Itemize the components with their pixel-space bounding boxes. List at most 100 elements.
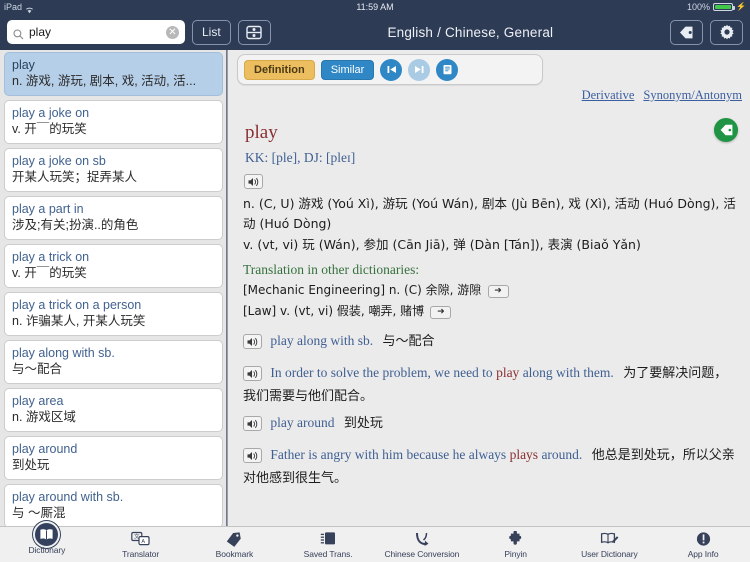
gear-icon[interactable] — [710, 19, 743, 45]
go-arrow-icon[interactable]: ➜ — [487, 284, 509, 298]
entry-list: play n. 游戏, 游玩, 剧本, 戏, 活动, 活... play a j… — [0, 50, 227, 526]
link-derivative[interactable]: Derivative — [582, 88, 635, 103]
speaker-icon[interactable] — [243, 448, 262, 464]
tab-label: User Dictionary — [581, 549, 638, 559]
headword: play — [245, 122, 278, 143]
switch-dictionary-icon[interactable] — [237, 19, 271, 45]
entry-gloss: 涉及;有关;扮演..的角色 — [12, 218, 139, 232]
list-item[interactable]: play around with sb. 与 ～厮混 — [4, 484, 223, 526]
other-dictionaries-heading: Translation in other dictionaries: — [243, 262, 420, 277]
speaker-icon[interactable] — [244, 173, 263, 189]
tab-user-dictionary[interactable]: User Dictionary — [563, 527, 657, 562]
tab-bookmark[interactable]: Bookmark — [188, 527, 282, 562]
puzzle-icon — [507, 529, 524, 548]
example-text-post: along with them. — [519, 365, 614, 380]
navigation-bar: ✕ List English / Chinese, General — [0, 14, 750, 50]
entry-term: play area — [12, 394, 64, 408]
battery-icon — [713, 3, 736, 11]
other-dictionary-row: [Law] v. (vt, vi) 假装, 嘲弄, 赌博 ➜ — [243, 301, 736, 321]
tab-chinese-conversion[interactable]: Chinese Conversion — [375, 527, 469, 562]
entry-term: play a part in — [12, 202, 84, 216]
app-root: iPad 11:59 AM 100% ⚡ ✕ List — [0, 0, 750, 562]
list-item[interactable]: play a part in 涉及;有关;扮演..的角色 — [4, 196, 223, 240]
example-text-post: around. — [538, 447, 583, 462]
link-synonym-antonym[interactable]: Synonym/Antonym — [643, 88, 742, 103]
tab-dictionary[interactable]: Dictionary — [0, 521, 94, 562]
entry-gloss: v. 开￣的玩笑 — [12, 122, 87, 136]
list-item[interactable]: play n. 游戏, 游玩, 剧本, 戏, 活动, 活... — [4, 52, 223, 96]
entry-gloss: 开某人玩笑；捉弄某人 — [12, 170, 138, 184]
entry-gloss: 与 ～厮混 — [12, 506, 66, 520]
example-text-pre: Father is angry with him because he alwa… — [270, 447, 510, 462]
pronunciation: KK: [ple], DJ: [pleɪ] — [245, 150, 356, 165]
tab-label: Pinyin — [504, 549, 527, 559]
other-dictionary-text: [Law] v. (vt, vi) 假装, 嘲弄, 赌博 — [243, 304, 425, 318]
example-highlight: plays — [509, 447, 539, 462]
entry-gloss: 与～配合 — [12, 362, 63, 376]
tab-label: Translator — [122, 549, 160, 559]
list-item[interactable]: play a trick on v. 开￣的玩笑 — [4, 244, 223, 288]
entry-term: play around with sb. — [12, 490, 124, 504]
definition-body: play KK: [ple], DJ: [pleɪ] n. (C, U) 游戏 … — [229, 112, 750, 526]
battery-percent: 100% — [687, 2, 711, 12]
tab-app-info[interactable]: App Info — [656, 527, 750, 562]
note-list-icon[interactable] — [436, 58, 459, 81]
entry-term: play a joke on sb — [12, 154, 106, 168]
tab-definition[interactable]: Definition — [244, 59, 315, 80]
entry-term: play around — [12, 442, 78, 456]
other-dictionary-text: [Mechanic Engineering] n. (C) 余隙, 游隙 — [243, 283, 482, 297]
info-icon — [696, 529, 711, 548]
skip-previous-icon[interactable] — [380, 58, 403, 81]
view-mode-toolbar: Definition Similar — [237, 54, 543, 85]
list-button[interactable]: List — [192, 19, 231, 45]
definition-text: n. (C, U) 游戏 (Yoú Xì), 游玩 (Yoú Wán), 剧本 … — [243, 196, 736, 231]
tag-icon — [225, 529, 243, 548]
search-icon — [13, 27, 24, 39]
phrase-chinese: 与～配合 — [382, 334, 435, 349]
cross-reference-links: Derivative Synonym/Antonym — [582, 88, 742, 103]
search-field-wrapper[interactable]: ✕ — [7, 20, 185, 44]
translate-icon: 文 A — [131, 529, 150, 548]
tab-saved-trans[interactable]: Saved Trans. — [281, 527, 375, 562]
phrase-chinese: 到处玩 — [343, 416, 383, 431]
definition-text: v. (vt, vi) 玩 (Wán), 参加 (Cān Jiā), 弹 (Dà… — [243, 237, 641, 252]
skip-next-icon[interactable] — [408, 58, 431, 81]
bottom-tab-bar: Dictionary 文 A Translator Bookmark Saved… — [0, 521, 750, 562]
status-bar-right: 100% ⚡ — [687, 0, 746, 14]
navigation-bar-right — [670, 19, 743, 45]
tab-translator[interactable]: 文 A Translator — [94, 527, 188, 562]
search-input[interactable] — [29, 25, 166, 39]
entry-gloss: 到处玩 — [12, 458, 50, 472]
tab-pinyin[interactable]: Pinyin — [469, 527, 563, 562]
entry-gloss: v. 开￣的玩笑 — [12, 266, 87, 280]
list-item[interactable]: play a joke on v. 开￣的玩笑 — [4, 100, 223, 144]
list-item[interactable]: play around 到处玩 — [4, 436, 223, 480]
list-item[interactable]: play a joke on sb 开某人玩笑；捉弄某人 — [4, 148, 223, 192]
tab-similar[interactable]: Similar — [320, 59, 375, 80]
tab-label: Saved Trans. — [303, 549, 353, 559]
phrase-english: play around — [270, 415, 335, 430]
speaker-icon[interactable] — [243, 334, 262, 350]
speaker-icon[interactable] — [243, 416, 262, 432]
book-icon — [33, 521, 61, 548]
tab-label: Chinese Conversion — [384, 549, 460, 559]
go-arrow-icon[interactable]: ➜ — [430, 305, 452, 319]
entry-gloss: n. 诈骗某人, 开某人玩笑 — [12, 314, 146, 328]
example-sentence: In order to solve the problem, we need t… — [243, 362, 736, 408]
bolt-icon: ⚡ — [736, 2, 746, 11]
speaker-icon[interactable] — [243, 366, 262, 382]
tab-label: Bookmark — [215, 549, 254, 559]
svg-text:A: A — [142, 538, 146, 544]
entry-list-sidebar[interactable]: play n. 游戏, 游玩, 剧本, 戏, 活动, 活... play a j… — [0, 50, 228, 526]
clear-search-icon[interactable]: ✕ — [166, 25, 179, 39]
chinese-conversion-icon — [413, 529, 431, 548]
list-item[interactable]: play along with sb. 与～配合 — [4, 340, 223, 384]
phrase-english: play along with sb. — [270, 333, 374, 348]
tag-icon[interactable] — [670, 19, 703, 45]
entry-term: play a trick on a person — [12, 298, 142, 312]
list-item[interactable]: play a trick on a person n. 诈骗某人, 开某人玩笑 — [4, 292, 223, 336]
definition-verb: v. (vt, vi) 玩 (Wán), 参加 (Cān Jiā), 弹 (Dà… — [243, 235, 736, 255]
list-item[interactable]: play area n. 游戏区域 — [4, 388, 223, 432]
entry-term: play — [12, 58, 35, 72]
dictionary-title: English / Chinese, General — [387, 24, 554, 40]
